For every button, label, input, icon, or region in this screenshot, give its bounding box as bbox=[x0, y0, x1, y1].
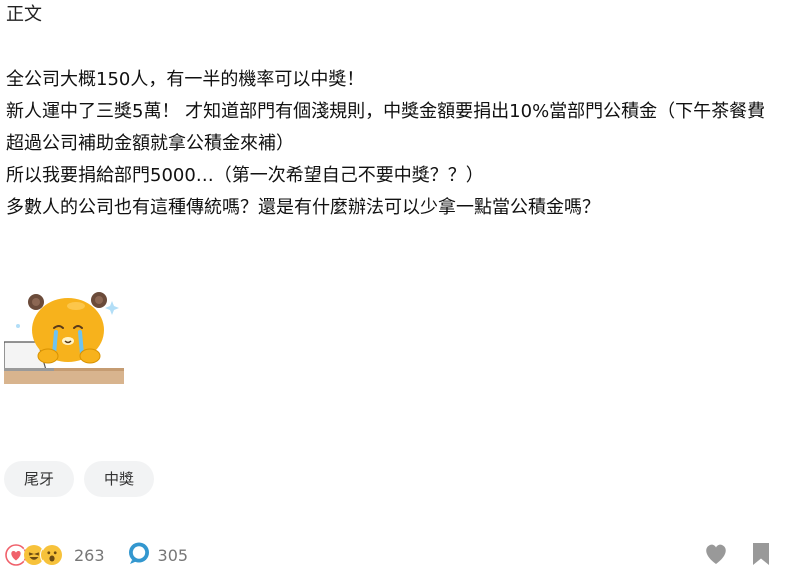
comment-button[interactable]: 305 bbox=[127, 541, 189, 569]
wow-reaction-icon bbox=[40, 543, 64, 567]
section-label: 正文 bbox=[6, 4, 42, 25]
reactions-summary[interactable]: 263 bbox=[4, 543, 105, 567]
post-line: 多數人的公司也有這種傳統嗎？還是有什麼辦法可以少拿一點當公積金嗎？ bbox=[6, 197, 600, 218]
tag-chip[interactable]: 尾牙 bbox=[4, 461, 75, 497]
post-line: 新人運中了三獎5萬！ 才知道部門有個淺規則，中獎金額要捐出10%當部門公積金（下… bbox=[6, 101, 766, 122]
comment-icon bbox=[127, 541, 151, 569]
tag-list: 尾牙 中獎 bbox=[4, 461, 155, 497]
bookmark-icon[interactable] bbox=[751, 542, 771, 570]
comment-count: 305 bbox=[157, 545, 189, 565]
like-heart-icon[interactable] bbox=[703, 542, 729, 570]
post-line: 超過公司補助金額就拿公積金來補） bbox=[6, 133, 294, 154]
tag-chip[interactable]: 中獎 bbox=[84, 461, 155, 497]
post-body: 全公司大概150人，有一半的機率可以中獎！ 新人運中了三獎5萬！ 才知道部門有個… bbox=[6, 64, 796, 224]
post-actions bbox=[703, 542, 771, 570]
reaction-count: 263 bbox=[74, 545, 105, 565]
crying-bear-sticker bbox=[3, 286, 124, 386]
post-footer: 263 305 bbox=[4, 540, 188, 570]
post-line: 全公司大概150人，有一半的機率可以中獎！ bbox=[6, 69, 365, 90]
post-line: 所以我要捐給部門5000…（第一次希望自己不要中獎？？） bbox=[6, 165, 484, 186]
